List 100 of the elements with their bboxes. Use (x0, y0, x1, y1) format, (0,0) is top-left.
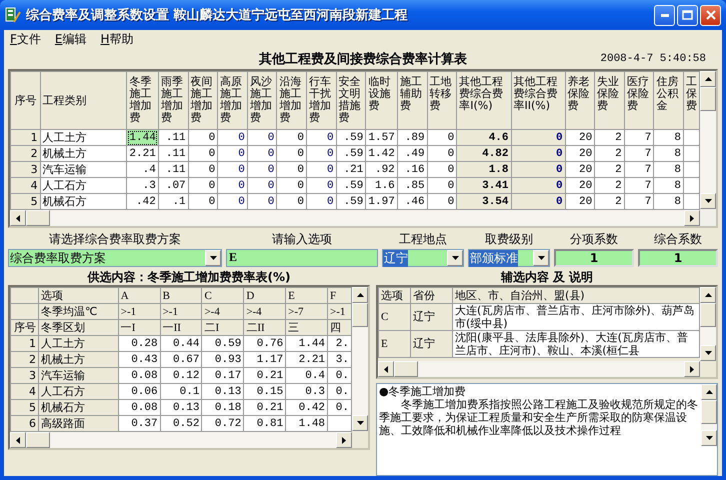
table-cell[interactable]: 2 (594, 130, 624, 146)
table-cell[interactable]: E (378, 330, 410, 358)
table-cell[interactable]: 20 (565, 162, 595, 178)
table-cell[interactable]: 3.54 (456, 194, 511, 210)
scroll-up-button[interactable] (352, 287, 368, 303)
table-cell[interactable]: .16 (397, 162, 428, 178)
table-cell[interactable]: .92 (366, 162, 398, 178)
scroll-thumb[interactable] (26, 210, 50, 226)
table-cell[interactable]: .49 (397, 146, 428, 162)
table-cell[interactable]: .59 (336, 178, 366, 194)
scroll-left-button[interactable] (378, 361, 394, 377)
dropdown[interactable]: 辽宁 (382, 249, 464, 267)
table-cell[interactable]: 0.76 (244, 336, 286, 352)
table-cell[interactable]: 7 (624, 194, 654, 210)
table-cell[interactable]: 0. (328, 384, 352, 400)
table-cell[interactable]: C (378, 304, 410, 330)
table-cell[interactable]: 0.42 (286, 400, 328, 416)
table-cell[interactable]: 0 (247, 162, 277, 178)
table-cell[interactable]: 0 (276, 178, 306, 194)
table-cell[interactable]: .3 (126, 178, 158, 194)
table-cell[interactable]: 4.6 (456, 130, 511, 146)
table-cell[interactable]: 0 (276, 130, 306, 146)
vertical-scrollbar[interactable] (700, 287, 716, 361)
scroll-thumb[interactable] (394, 361, 418, 377)
table-cell[interactable]: 0 (427, 130, 457, 146)
table-cell[interactable]: 0 (188, 146, 218, 162)
table-cell[interactable]: 3.41 (456, 178, 511, 194)
table-cell[interactable]: 0.15 (244, 384, 286, 400)
table-cell[interactable]: 0 (511, 194, 566, 210)
scroll-right-button[interactable] (336, 432, 352, 448)
vertical-scrollbar[interactable] (352, 287, 368, 431)
table-cell[interactable]: 0 (276, 146, 306, 162)
table-cell[interactable]: 1.44 (286, 336, 328, 352)
table-cell[interactable]: 0 (218, 194, 248, 210)
table-cell[interactable]: 20 (565, 178, 595, 194)
menu-item[interactable]: H帮助 (98, 31, 136, 48)
scroll-left-button[interactable] (10, 210, 26, 226)
table-cell[interactable]: 0.44 (160, 336, 202, 352)
table-cell[interactable]: 0 (188, 162, 218, 178)
table-cell[interactable]: 0.21 (244, 368, 286, 384)
table-cell[interactable]: 0 (276, 162, 306, 178)
table-cell[interactable]: 2 (594, 146, 624, 162)
table-cell[interactable]: .89 (397, 130, 428, 146)
table-cell[interactable]: 0 (247, 130, 277, 146)
table-cell[interactable]: 8 (654, 178, 684, 194)
table-cell[interactable]: 8 (654, 130, 684, 146)
scroll-down-button[interactable] (700, 345, 716, 361)
scroll-up-button[interactable] (700, 287, 716, 303)
table-cell[interactable]: 0.28 (118, 336, 160, 352)
table-cell[interactable]: .11 (158, 146, 188, 162)
scroll-down-button[interactable] (352, 415, 368, 431)
table-cell[interactable]: 0.1 (160, 384, 202, 400)
table-cell[interactable]: 0 (276, 194, 306, 210)
description-box[interactable]: ●冬季施工增加费 冬季施工增加费系指按照公路工程施工及验收规范所规定的冬季施工要求，为保证工程质量和安全生产所需采取的防寒保温设施、工效降低和机械作业率降低以及技术操作过程 (376, 383, 718, 476)
scroll-up-button[interactable] (700, 71, 716, 87)
dropdown[interactable]: 综合费率取费方案 (8, 249, 222, 267)
table-cell[interactable]: .07 (158, 178, 188, 194)
horizontal-scrollbar[interactable] (10, 210, 700, 226)
table-cell[interactable]: 0 (306, 178, 336, 194)
table-cell[interactable]: 0.81 (244, 416, 286, 432)
table-cell[interactable]: 0.13 (202, 384, 244, 400)
table-cell[interactable]: 0.67 (160, 352, 202, 368)
table-cell[interactable]: 0.52 (160, 416, 202, 432)
scroll-thumb[interactable] (701, 400, 717, 424)
number-field[interactable]: 1 (638, 249, 718, 267)
minimize-button[interactable] (654, 4, 675, 26)
scroll-thumb[interactable] (700, 87, 716, 111)
table-cell[interactable]: 0 (306, 130, 336, 146)
table-cell[interactable]: 0.93 (202, 352, 244, 368)
table-cell[interactable]: .85 (397, 178, 428, 194)
close-button[interactable] (700, 4, 721, 26)
table-cell[interactable]: 2.21 (126, 146, 158, 162)
table-cell[interactable]: 20 (565, 146, 595, 162)
table-cell[interactable]: 0 (427, 178, 457, 194)
scroll-left-button[interactable] (10, 432, 26, 448)
table-cell[interactable]: 0 (247, 194, 277, 210)
table-cell[interactable]: 0.18 (202, 400, 244, 416)
table-cell[interactable]: 0.17 (202, 368, 244, 384)
table-cell[interactable]: 0 (188, 194, 218, 210)
table-cell[interactable]: 2. (328, 336, 352, 352)
table-cell[interactable]: 0 (306, 162, 336, 178)
scroll-thumb[interactable] (700, 303, 716, 327)
scroll-right-button[interactable] (684, 210, 700, 226)
table-cell[interactable]: .59 (336, 194, 366, 210)
table-cell[interactable]: 20 (565, 194, 595, 210)
table-cell[interactable]: 0 (427, 162, 457, 178)
horizontal-scrollbar[interactable] (378, 361, 700, 377)
table-cell[interactable]: 0.08 (118, 400, 160, 416)
vertical-scrollbar[interactable] (701, 384, 717, 446)
table-cell[interactable]: .4 (126, 162, 158, 178)
table-cell[interactable]: 0.3 (286, 384, 328, 400)
table-cell[interactable]: 0 (427, 194, 457, 210)
table-cell[interactable]: .11 (158, 130, 188, 146)
table-cell[interactable]: 0 (511, 130, 566, 146)
table-cell[interactable]: 0.72 (202, 416, 244, 432)
table-cell[interactable]: 0.12 (160, 368, 202, 384)
table-cell[interactable]: 1.48 (286, 416, 328, 432)
table-cell[interactable]: 7 (624, 162, 654, 178)
table-cell[interactable]: 1.97 (366, 194, 398, 210)
table-cell[interactable]: 0 (218, 178, 248, 194)
